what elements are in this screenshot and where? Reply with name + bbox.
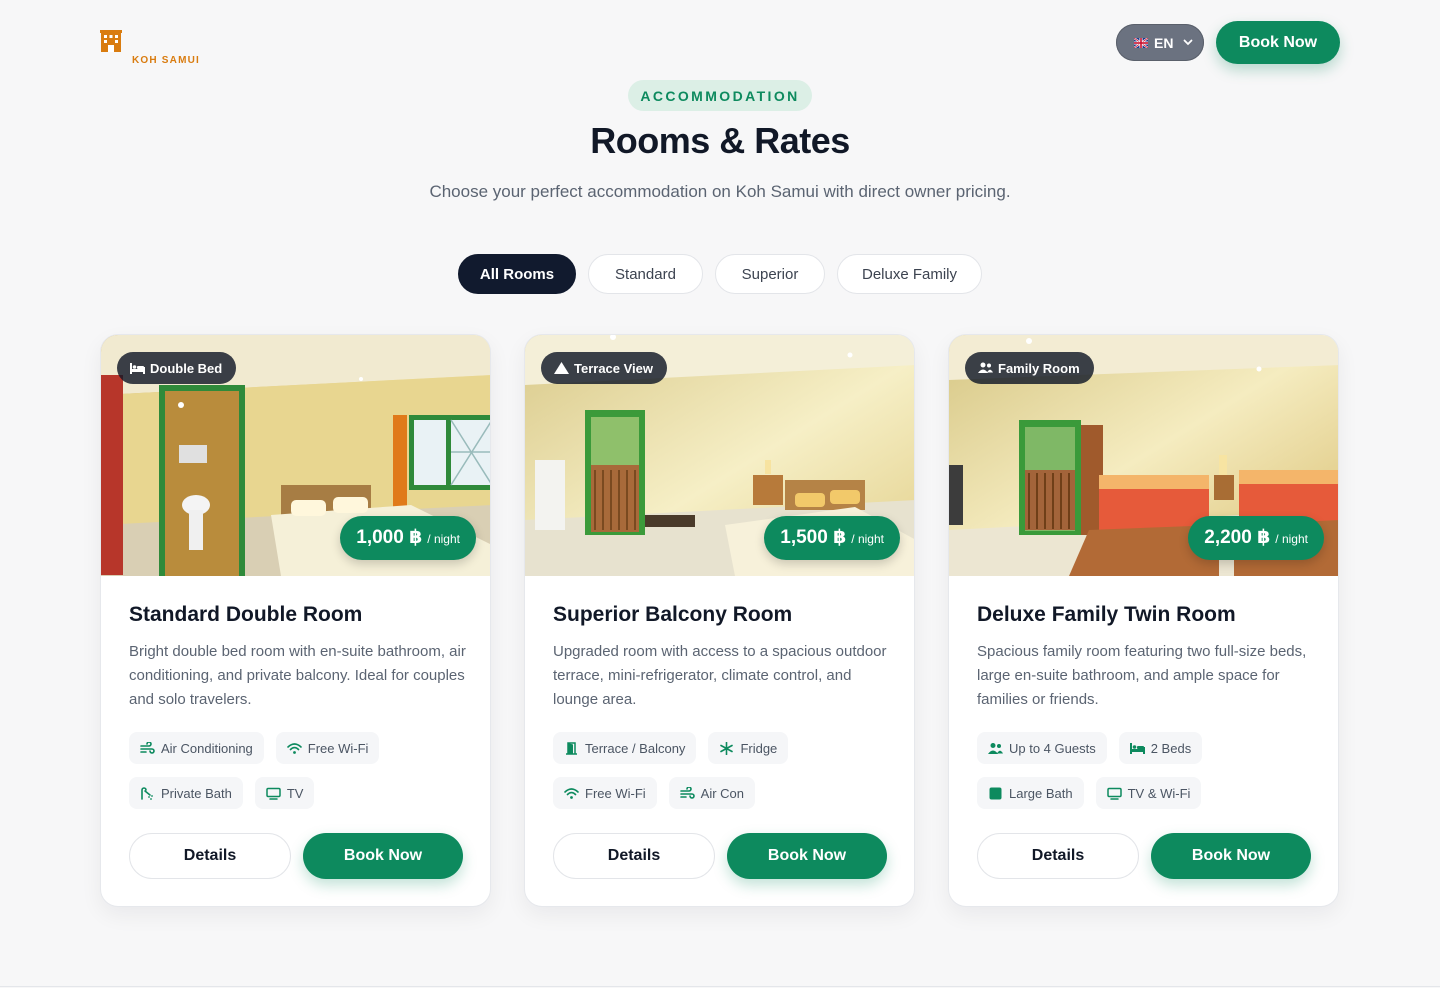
amenity-chip: Air Con <box>668 777 756 809</box>
amenity-chip: TV & Wi-Fi <box>1095 777 1202 809</box>
wind-icon <box>140 741 155 754</box>
tab-all-rooms[interactable]: All Rooms <box>458 254 576 294</box>
amenity-chip: Fridge <box>708 732 789 764</box>
price-amount: 1,500 ฿ <box>780 527 847 548</box>
chevron-down-icon <box>1183 39 1193 46</box>
price-amount: 2,200 ฿ <box>1204 527 1271 548</box>
logo-name <box>132 30 200 44</box>
shower-icon <box>141 786 153 800</box>
tab-deluxe-family[interactable]: Deluxe Family <box>837 254 982 294</box>
room-photo[interactable]: Terrace View 1,500 ฿ / night <box>525 335 914 576</box>
wifi-icon <box>286 742 302 754</box>
price-unit: / night <box>427 532 460 546</box>
amenity-chip: Large Bath <box>977 777 1084 809</box>
language-select[interactable]: EN <box>1116 24 1204 61</box>
tab-standard[interactable]: Standard <box>588 254 703 294</box>
room-title: Standard Double Room <box>129 603 363 626</box>
price-tag: 2,200 ฿ / night <box>1188 516 1324 560</box>
language-value: EN <box>1154 34 1174 51</box>
amenity-label: 2 Beds <box>1150 740 1192 756</box>
amenity-list: Air Conditioning Free Wi-Fi Private Bath… <box>129 732 469 809</box>
amenity-chip: Free Wi-Fi <box>553 777 657 809</box>
snowflake-icon <box>720 741 734 755</box>
badge-label: Terrace View <box>574 360 654 376</box>
bed-icon <box>1129 742 1145 754</box>
users-icon <box>988 742 1003 754</box>
amenity-chip: Terrace / Balcony <box>553 732 697 764</box>
amenity-label: Free Wi-Fi <box>585 785 646 801</box>
details-button[interactable]: Details <box>553 833 715 879</box>
wind-icon <box>679 786 695 799</box>
room-photo[interactable]: Double Bed 1,000 ฿ / night <box>101 335 490 576</box>
room-description: Upgraded room with access to a spacious … <box>553 643 887 708</box>
price-unit: / night <box>1275 532 1308 546</box>
badge-label: Family Room <box>998 360 1080 376</box>
room-title: Deluxe Family Twin Room <box>977 603 1236 626</box>
amenity-chip: Private Bath <box>129 777 243 809</box>
amenity-list: Terrace / Balcony Fridge Free Wi-Fi Air … <box>553 732 893 809</box>
header-book-now-button[interactable]: Book Now <box>1216 21 1340 64</box>
tv-icon <box>266 787 281 800</box>
price-tag: 1,000 ฿ / night <box>340 516 476 560</box>
amenity-chip: Air Conditioning <box>129 732 264 764</box>
price-tag: 1,500 ฿ / night <box>764 516 900 560</box>
bath-icon <box>989 787 1002 799</box>
amenity-label: Up to 4 Guests <box>1009 740 1096 756</box>
logo-subtitle: KOH SAMUI <box>132 55 201 66</box>
room-card-deluxe-family: Family Room 2,200 ฿ / night Deluxe Famil… <box>948 334 1339 907</box>
book-now-button[interactable]: Book Now <box>727 833 887 879</box>
room-description: Spacious family room featuring two full-… <box>977 643 1307 708</box>
room-card-standard: Double Bed 1,000 ฿ / night Standard Doub… <box>100 334 491 907</box>
footer-divider <box>0 986 1440 987</box>
amenity-chip: TV <box>254 777 315 809</box>
room-title: Superior Balcony Room <box>553 603 793 626</box>
room-photo[interactable]: Family Room 2,200 ฿ / night <box>949 335 1338 576</box>
amenity-label: TV <box>286 785 304 801</box>
wifi-icon <box>564 787 579 799</box>
page-subtitle: Choose your perfect accommodation on Koh… <box>429 182 1011 201</box>
room-type-badge: Terrace View <box>541 352 668 384</box>
amenity-label: Fridge <box>740 740 778 756</box>
site-header: KOH SAMUI EN Book Now <box>0 0 1440 90</box>
tv-icon <box>1106 787 1122 800</box>
amenity-label: Air Con <box>700 785 745 801</box>
price-amount: 1,000 ฿ <box>356 527 423 548</box>
bed-icon <box>130 363 145 374</box>
users-icon <box>978 362 993 373</box>
room-type-badge: Double Bed <box>117 352 237 384</box>
amenity-label: Terrace / Balcony <box>585 740 686 756</box>
amenity-label: Air Conditioning <box>161 740 253 756</box>
book-now-button[interactable]: Book Now <box>1151 833 1311 879</box>
price-unit: / night <box>851 532 884 546</box>
amenity-label: Large Bath <box>1009 785 1073 801</box>
section-eyebrow: ACCOMMODATION <box>628 80 812 111</box>
amenity-label: TV & Wi-Fi <box>1127 785 1191 801</box>
room-card-superior: Terrace View 1,500 ฿ / night Superior Ba… <box>524 334 915 907</box>
room-filter-tabs: All Rooms Standard Superior Deluxe Famil… <box>0 254 1440 294</box>
amenity-list: Up to 4 Guests 2 Beds Large Bath TV & Wi… <box>977 732 1317 809</box>
logo[interactable]: KOH SAMUI <box>100 28 200 66</box>
amenity-chip: 2 Beds <box>1118 732 1203 764</box>
tab-superior[interactable]: Superior <box>715 254 825 294</box>
amenity-label: Free Wi-Fi <box>307 740 369 756</box>
amenity-chip: Up to 4 Guests <box>977 732 1107 764</box>
mountain-icon <box>554 362 569 374</box>
badge-label: Double Bed <box>150 360 223 376</box>
room-type-badge: Family Room <box>965 352 1094 384</box>
uk-flag-icon <box>1134 37 1148 48</box>
amenity-label: Private Bath <box>161 785 232 801</box>
room-description: Bright double bed room with en-suite bat… <box>129 643 466 708</box>
hotel-icon <box>100 30 122 52</box>
book-now-button[interactable]: Book Now <box>303 833 463 879</box>
details-button[interactable]: Details <box>977 833 1139 879</box>
amenity-chip: Free Wi-Fi <box>275 732 380 764</box>
details-button[interactable]: Details <box>129 833 291 879</box>
page-title: Rooms & Rates <box>590 120 850 161</box>
door-open-icon <box>566 741 577 755</box>
